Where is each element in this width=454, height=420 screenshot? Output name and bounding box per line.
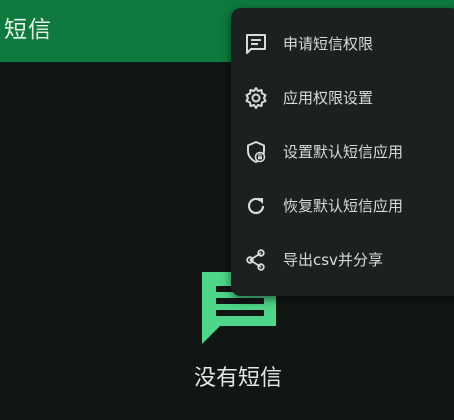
menu-item-set-default-sms-app[interactable]: 设置默认短信应用 bbox=[231, 125, 454, 179]
menu-item-label: 应用权限设置 bbox=[283, 89, 374, 107]
menu-item-app-permission-settings[interactable]: 应用权限设置 bbox=[231, 71, 454, 125]
share-icon bbox=[246, 249, 265, 271]
message-icon bbox=[246, 34, 266, 54]
menu-item-request-sms-permission[interactable]: 申请短信权限 bbox=[231, 17, 454, 71]
menu-item-export-csv-share[interactable]: 导出csv并分享 bbox=[231, 233, 454, 287]
menu-item-label: 恢复默认短信应用 bbox=[283, 197, 404, 215]
overflow-menu: 申请短信权限 应用权限设置 设置默认短信应用 恢复默认短信应用 导出csv并分享 bbox=[231, 8, 454, 296]
empty-message: 没有短信 bbox=[193, 366, 282, 391]
shield-lock-icon bbox=[247, 141, 266, 163]
menu-item-label: 导出csv并分享 bbox=[283, 251, 383, 269]
menu-item-label: 设置默认短信应用 bbox=[283, 143, 404, 161]
menu-item-restore-default-sms-app[interactable]: 恢复默认短信应用 bbox=[231, 179, 454, 233]
gear-icon bbox=[245, 87, 267, 109]
refresh-icon bbox=[247, 197, 265, 215]
menu-item-label: 申请短信权限 bbox=[283, 35, 374, 53]
